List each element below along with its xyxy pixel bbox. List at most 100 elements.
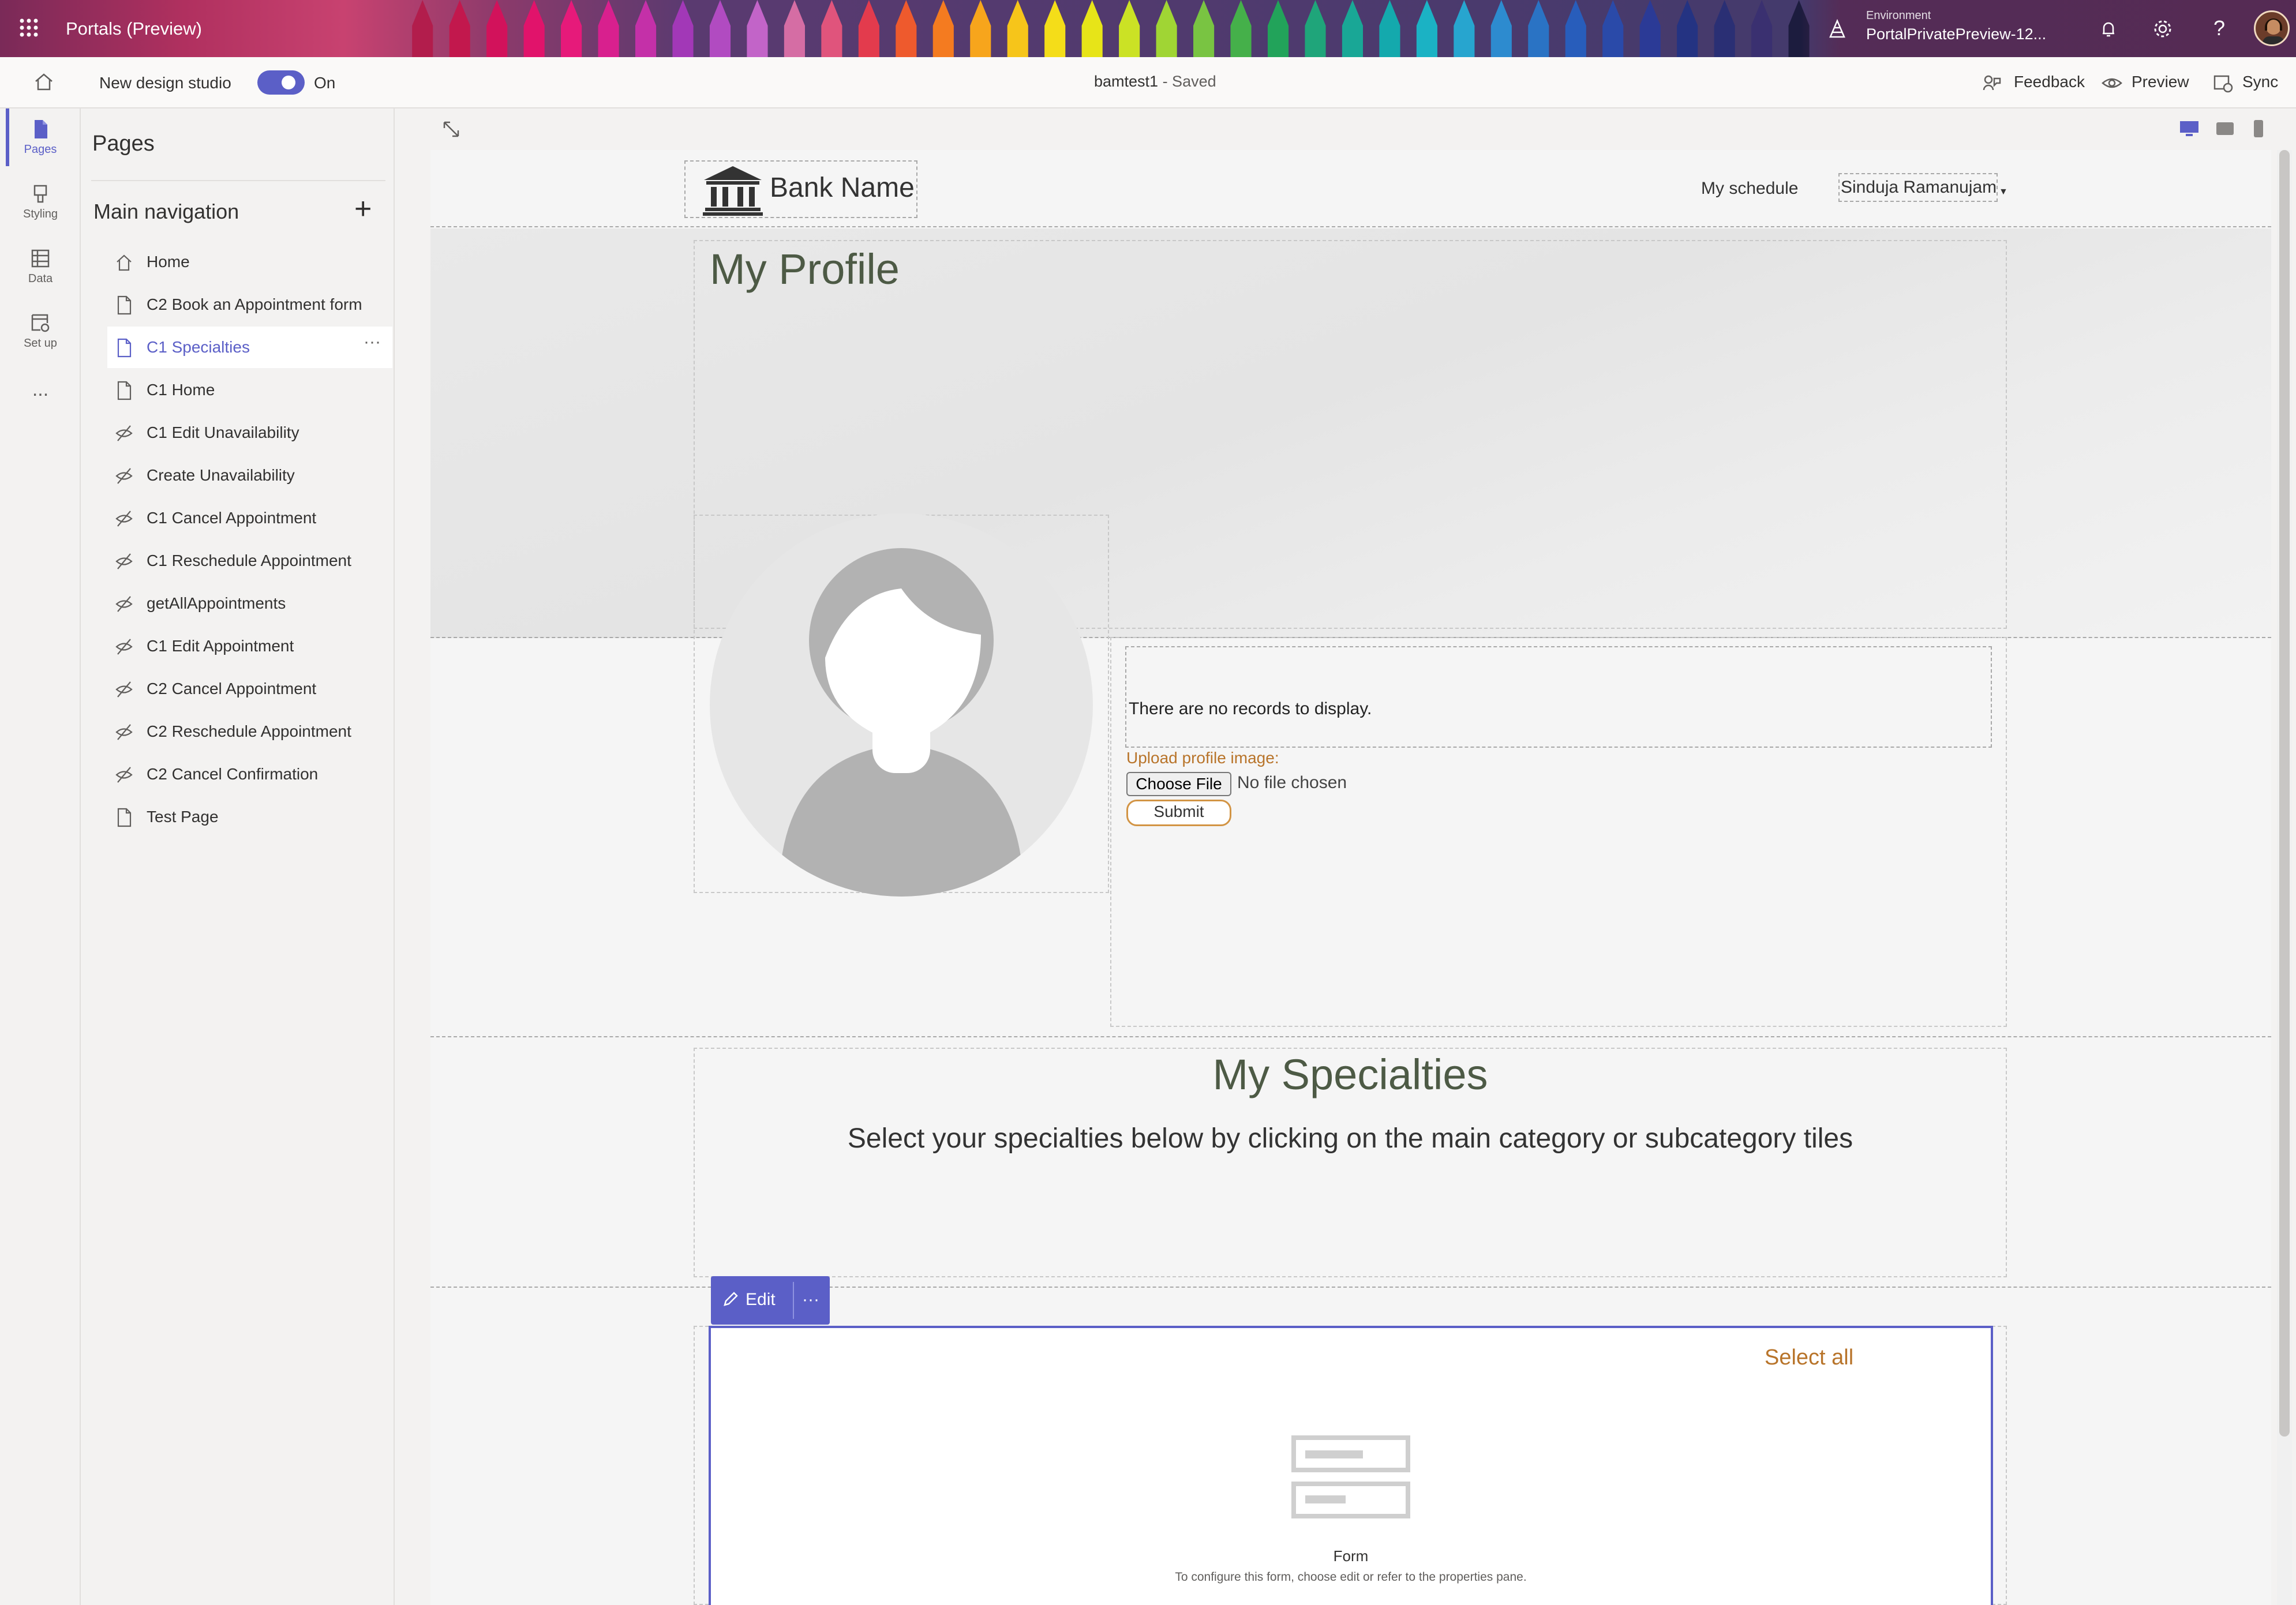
page-item-label: getAllAppointments xyxy=(147,594,286,612)
page-item[interactable]: Home xyxy=(107,241,392,283)
chevron-down-icon: ▼ xyxy=(1999,187,2008,197)
home-icon[interactable] xyxy=(32,70,55,93)
edit-pencil-icon[interactable] xyxy=(721,1290,740,1308)
page-icon xyxy=(117,338,132,358)
expand-canvas-icon[interactable] xyxy=(440,118,463,141)
section-divider-2 xyxy=(430,1287,2271,1288)
page-item[interactable]: C1 Home xyxy=(107,369,392,411)
component-more-button[interactable]: ··· xyxy=(802,1290,819,1310)
desktop-view-icon[interactable] xyxy=(2179,120,2200,137)
hidden-page-icon xyxy=(115,681,133,697)
hidden-page-icon xyxy=(115,468,133,484)
crayon-decoration xyxy=(1007,0,1028,57)
submit-button[interactable]: Submit xyxy=(1126,800,1231,826)
page-item[interactable]: C1 Specialties xyxy=(107,327,392,368)
setup-icon xyxy=(31,314,50,332)
page-item[interactable]: C2 Reschedule Appointment xyxy=(107,711,392,752)
page-more-options-icon[interactable]: ··· xyxy=(364,332,381,352)
page-item-label: C2 Reschedule Appointment xyxy=(147,722,351,740)
crayon-decoration xyxy=(1602,0,1624,57)
rail-pages[interactable]: Pages xyxy=(0,112,81,175)
crayon-decoration xyxy=(449,0,470,57)
choose-file-button[interactable]: Choose File xyxy=(1126,772,1231,796)
form-placeholder-hint: To configure this form, choose edit or r… xyxy=(1175,1570,1527,1584)
crayon-decoration xyxy=(635,0,657,57)
page-item[interactable]: C2 Cancel Confirmation xyxy=(107,753,392,795)
crayon-decoration xyxy=(858,0,879,57)
environment-icon[interactable] xyxy=(1826,17,1849,40)
nav-my-schedule[interactable]: My schedule xyxy=(1701,179,1798,198)
rail-styling[interactable]: Styling xyxy=(0,177,81,240)
specialties-title: My Specialties xyxy=(1212,1051,1488,1098)
page-item[interactable]: C1 Edit Unavailability xyxy=(107,412,392,453)
rail-more-icon[interactable]: ... xyxy=(0,378,81,401)
design-studio-toggle[interactable] xyxy=(257,70,305,95)
rail-data[interactable]: Data xyxy=(0,241,81,305)
page-item-label: C2 Cancel Confirmation xyxy=(147,765,319,783)
page-item[interactable]: Create Unavailability xyxy=(107,455,392,496)
panel-title: Pages xyxy=(92,132,155,156)
crayon-decoration xyxy=(1490,0,1512,57)
preview-eye-icon[interactable] xyxy=(2100,72,2123,95)
hidden-page-icon xyxy=(115,639,133,655)
page-icon xyxy=(117,808,132,827)
page-item-label: Test Page xyxy=(147,808,219,826)
crayon-decoration xyxy=(1677,0,1698,57)
user-avatar[interactable] xyxy=(2254,10,2290,46)
hidden-page-icon xyxy=(115,767,133,783)
feedback-button[interactable]: Feedback xyxy=(2014,73,2085,91)
profile-title: My Profile xyxy=(710,245,900,293)
header-divider xyxy=(430,226,2271,227)
banner-crayons xyxy=(404,0,1818,57)
settings-gear-icon[interactable] xyxy=(2151,17,2174,40)
hidden-page-icon xyxy=(115,425,133,441)
feedback-icon[interactable] xyxy=(1980,72,2003,95)
page-item[interactable]: C1 Reschedule Appointment xyxy=(107,540,392,582)
canvas-scrollbar-thumb[interactable] xyxy=(2279,150,2290,1437)
add-page-button[interactable]: + xyxy=(354,194,372,224)
edit-button[interactable]: Edit xyxy=(746,1290,776,1310)
main-navigation-title: Main navigation xyxy=(93,200,239,223)
records-list-box xyxy=(1125,646,1992,748)
crayon-decoration xyxy=(784,0,805,57)
mobile-view-icon[interactable] xyxy=(2250,119,2267,138)
page-item[interactable]: C1 Edit Appointment xyxy=(107,625,392,667)
page-item[interactable]: getAllAppointments xyxy=(107,583,392,624)
brand-name: Bank Name xyxy=(770,172,915,203)
sync-icon[interactable] xyxy=(2211,72,2234,95)
form-placeholder-icon xyxy=(1291,1435,1410,1518)
upload-profile-label: Upload profile image: xyxy=(1126,749,1279,767)
rail-setup[interactable]: Set up xyxy=(0,306,81,369)
crayon-decoration xyxy=(1416,0,1437,57)
select-all-link[interactable]: Select all xyxy=(1765,1345,1853,1370)
toolbar-separator xyxy=(793,1282,794,1319)
page-item[interactable]: C2 Book an Appointment form xyxy=(107,284,392,325)
profile-avatar-placeholder xyxy=(710,513,1093,897)
tablet-view-icon[interactable] xyxy=(2215,120,2235,137)
crayon-decoration xyxy=(1454,0,1475,57)
page-item-label: Create Unavailability xyxy=(147,466,295,484)
page-item-label: C1 Reschedule Appointment xyxy=(147,552,351,569)
page-item[interactable]: Test Page xyxy=(107,796,392,838)
preview-button[interactable]: Preview xyxy=(2132,73,2189,91)
crayon-decoration xyxy=(1044,0,1066,57)
page-item[interactable]: C1 Cancel Appointment xyxy=(107,497,392,539)
crayon-decoration xyxy=(1267,0,1289,57)
app-title[interactable]: Portals (Preview) xyxy=(66,18,202,39)
section-divider-1 xyxy=(430,1036,2271,1037)
page-item-label: C1 Edit Appointment xyxy=(147,637,294,655)
pages-icon xyxy=(35,120,47,138)
document-name: bamtest1 xyxy=(1094,73,1159,90)
crayon-decoration xyxy=(1119,0,1140,57)
crayon-decoration xyxy=(1565,0,1586,57)
help-icon[interactable]: ? xyxy=(2208,16,2231,40)
sync-button[interactable]: Sync xyxy=(2242,73,2278,91)
page-item[interactable]: C2 Cancel Appointment xyxy=(107,668,392,710)
document-title: bamtest1 - Saved xyxy=(1094,73,1216,91)
crayon-decoration xyxy=(1305,0,1326,57)
app-launcher-icon[interactable] xyxy=(17,16,40,39)
notifications-icon[interactable] xyxy=(2097,17,2120,40)
environment-name[interactable]: PortalPrivatePreview-12... xyxy=(1866,25,2046,43)
styling-brush-icon xyxy=(33,185,47,203)
crayon-decoration xyxy=(561,0,582,57)
